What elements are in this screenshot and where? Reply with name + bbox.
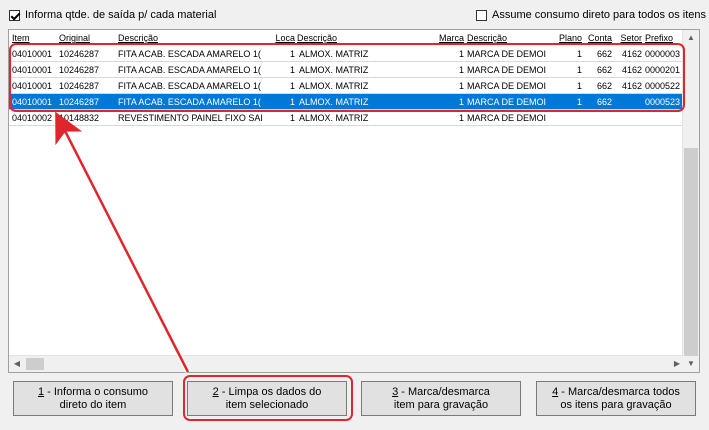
annotation-arrow-icon: [55, 111, 191, 374]
